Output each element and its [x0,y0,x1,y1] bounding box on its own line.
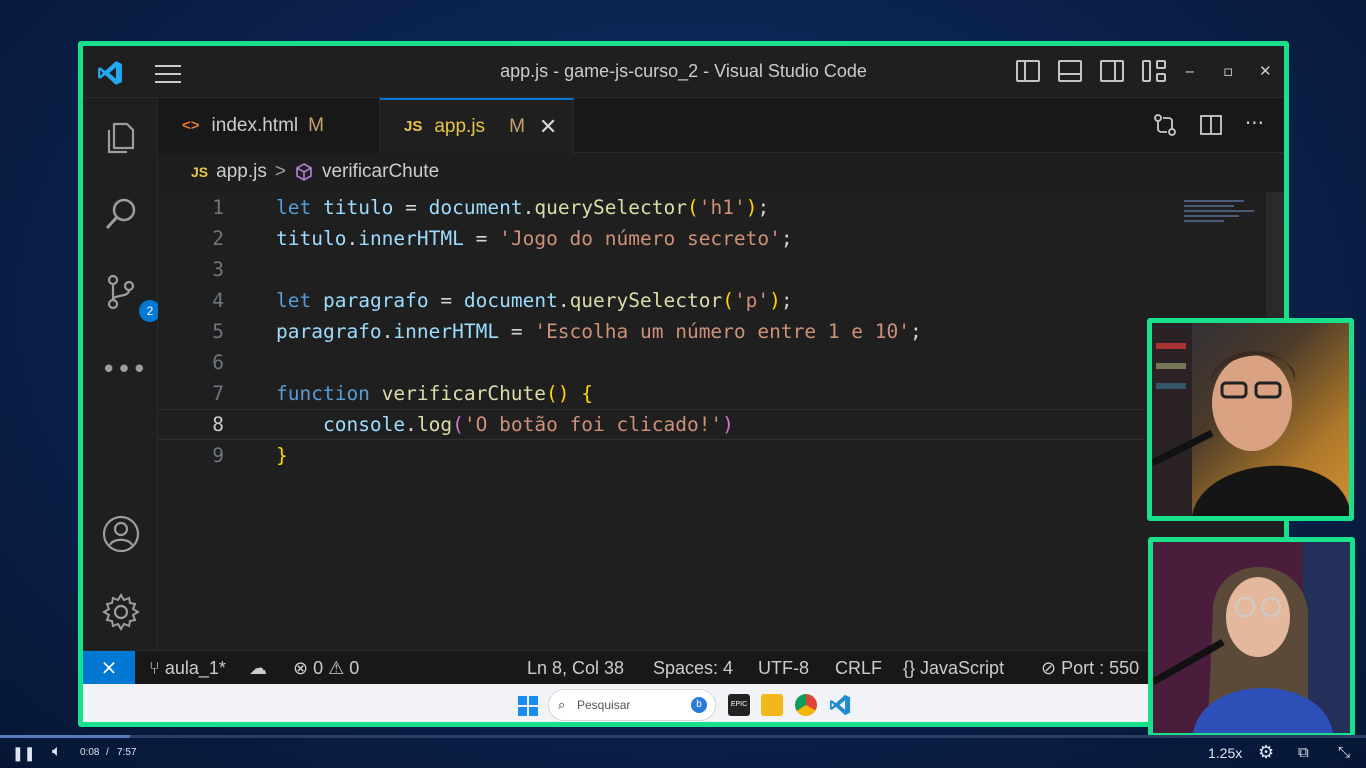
picture-in-picture-icon[interactable]: ⧉ [1298,744,1309,761]
js-file-icon: JS [404,118,423,135]
source-control-icon[interactable]: 2 [101,272,161,322]
line-ending[interactable]: CRLF [835,658,882,679]
time-current: 0:08 [80,747,100,758]
epic-games-icon[interactable]: EPIC [728,694,750,716]
code-line-current: 8 console.log('O botão foi clicado!') [158,409,1144,440]
vscode-taskbar-icon[interactable] [829,694,851,716]
code-line: 2 titulo.innerHTML = 'Jogo do número sec… [158,223,1144,254]
volume-icon[interactable]: 🔈︎ [52,743,62,761]
editor-tab-bar: <> index.html M JS app.js M ✕ ··· [158,98,1284,153]
line-number: 1 [212,196,224,219]
line-number: 7 [212,382,224,405]
breadcrumb-symbol[interactable]: verificarChute [322,161,439,183]
bing-icon[interactable]: b [691,697,707,713]
taskbar-search[interactable]: ⌕ Pesquisar b [548,689,716,721]
code-line: 3 [158,254,1144,285]
html-file-icon: <> [182,117,200,134]
encoding[interactable]: UTF-8 [758,658,809,679]
error-icon: ⊗ [293,658,314,678]
customize-layout-icon[interactable] [1142,60,1166,82]
tab-label: app.js [434,115,486,137]
tab-label: index.html [211,114,299,136]
line-number: 3 [212,258,224,281]
search-icon[interactable] [101,194,141,234]
modified-indicator: M [509,115,525,137]
breadcrumb-file[interactable]: app.js [216,161,267,183]
breadcrumb-separator: > [274,161,286,182]
maximize-button[interactable]: ▫ [1223,62,1233,80]
split-editor-icon[interactable] [1199,113,1223,137]
sync-cloud-icon[interactable]: ☁ [249,658,267,679]
windows-taskbar: ⌕ Pesquisar b EPIC [83,684,1284,722]
vscode-window: app.js - game-js-curso_2 - Visual Studio… [78,41,1289,727]
code-line: 6 [158,347,1144,378]
file-explorer-icon[interactable] [761,694,783,716]
code-line: 9 } [158,440,1144,471]
line-number: 4 [212,289,224,312]
open-changes-icon[interactable] [1153,113,1177,137]
more-actions-icon[interactable]: ··· [1245,113,1264,137]
port-icon: ⊘ [1041,658,1062,678]
minimap[interactable] [1184,200,1264,230]
code-line: 7 function verificarChute() { [158,378,1144,409]
settings-gear-icon[interactable]: ⚙ [1258,742,1274,763]
cursor-position[interactable]: Ln 8, Col 38 [527,658,624,679]
line-number: 6 [212,351,224,374]
problems-indicator[interactable]: ⊗ 0 ⚠ 0 [293,658,359,679]
live-server-port[interactable]: ⊘ Port : 550 [1041,658,1139,679]
close-button[interactable]: ✕ [1259,62,1272,80]
more-icon[interactable]: ••• [101,350,147,390]
toggle-primary-sidebar-icon[interactable] [1016,60,1040,82]
code-line: 4 let paragrafo = document.querySelector… [158,285,1144,316]
code-editor[interactable]: 1 let titulo = document.querySelector('h… [158,192,1284,650]
search-icon: ⌕ [558,697,566,712]
minimize-button[interactable]: ‒ [1185,62,1195,80]
branch-indicator[interactable]: ⑂ aula_1* [149,658,226,679]
chrome-icon[interactable] [795,694,817,716]
line-number: 8 [212,413,224,436]
line-number: 2 [212,227,224,250]
playback-speed[interactable]: 1.25x [1208,745,1242,761]
status-bar: ⨯ ⑂ aula_1* ☁ ⊗ 0 ⚠ 0 Ln 8, Col 38 Space… [83,650,1284,685]
method-cube-icon [296,163,312,181]
braces-icon: {} [903,658,921,678]
toggle-secondary-sidebar-icon[interactable] [1100,60,1124,82]
title-bar: app.js - game-js-curso_2 - Visual Studio… [83,46,1284,98]
webcam-presenter-1 [1147,318,1354,521]
activity-bar: 2 ••• [83,98,161,650]
code-line: 5 paragrafo.innerHTML = 'Escolha um núme… [158,316,1144,347]
webcam-presenter-2 [1148,537,1355,738]
tab-index-html[interactable]: <> index.html M [158,98,380,153]
language-mode[interactable]: {} JavaScript [903,658,1004,679]
toggle-panel-icon[interactable] [1058,60,1082,82]
line-number: 9 [212,444,224,467]
time-separator: / [106,747,109,758]
exit-fullscreen-icon[interactable]: ⤡ [1338,744,1350,761]
modified-indicator: M [308,114,324,136]
warning-icon: ⚠ [328,658,350,678]
time-total: 7:57 [117,747,137,758]
tab-app-js[interactable]: JS app.js M ✕ [380,98,574,153]
video-progress-bar[interactable] [0,735,1366,738]
pause-icon[interactable]: ❚❚ [12,745,35,762]
code-line: 1 let titulo = document.querySelector('h… [158,192,1144,223]
settings-gear-icon[interactable] [101,592,141,632]
git-branch-icon: ⑂ [149,658,165,678]
line-number: 5 [212,320,224,343]
explorer-icon[interactable] [101,116,141,156]
windows-start-icon[interactable] [518,696,538,716]
indentation[interactable]: Spaces: 4 [653,658,733,679]
breadcrumb: JS app.js > verificarChute [191,161,439,183]
close-tab-icon[interactable]: ✕ [539,114,557,140]
video-player-controls: ❚❚ 🔈︎ 0:08 / 7:57 1.25x ⚙ ⧉ ⤡ [0,735,1366,768]
js-file-icon: JS [191,164,209,180]
remote-indicator-icon[interactable]: ⨯ [83,651,135,685]
account-icon[interactable] [101,514,141,554]
